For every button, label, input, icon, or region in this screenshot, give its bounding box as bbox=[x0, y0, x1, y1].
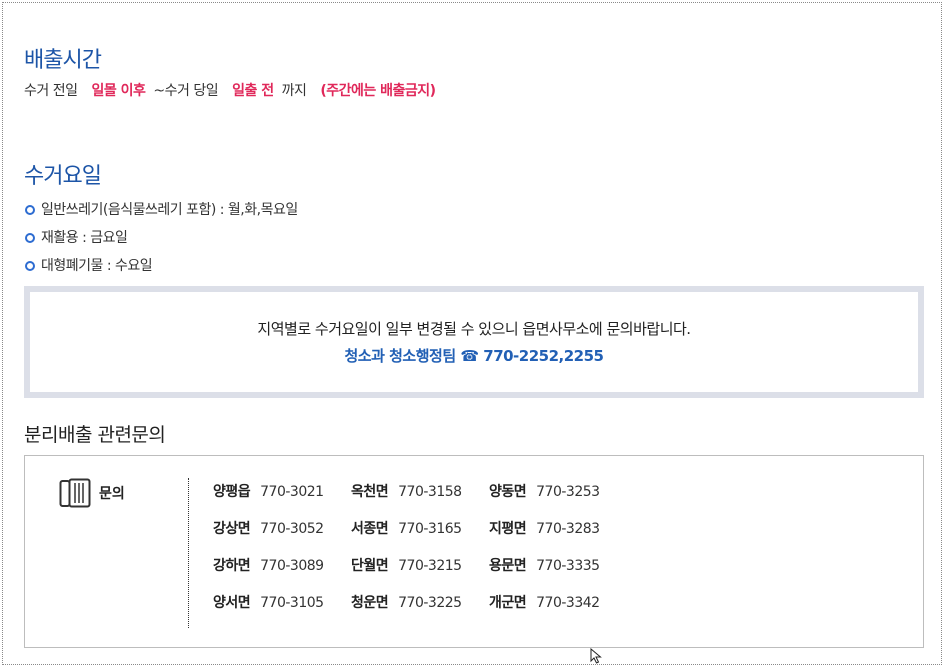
town-name: 옥천면 bbox=[351, 484, 389, 500]
town-name: 청운면 bbox=[351, 595, 389, 611]
collection-item-general: 일반쓰레기(음식물쓰레기 포함) : 월,화,목요일 bbox=[41, 202, 298, 218]
phone-number: 770-3283 bbox=[536, 521, 600, 537]
town-name: 지평면 bbox=[489, 521, 527, 537]
contact-cell: 강하면 770-3089 bbox=[213, 556, 351, 576]
list-item: 대형폐기물 : 수요일 bbox=[24, 252, 298, 280]
contact-cell: 양동면 770-3253 bbox=[489, 482, 627, 502]
contact-label: 문의 bbox=[59, 478, 125, 508]
schedule-part-2: 일몰 이후 bbox=[91, 83, 146, 99]
schedule-title: 배출시간 bbox=[24, 48, 102, 73]
phone-number: 770-3225 bbox=[398, 595, 462, 611]
contact-cell: 양평읍 770-3021 bbox=[213, 482, 351, 502]
town-name: 개군면 bbox=[489, 595, 527, 611]
schedule-part-6: (주간에는 배출금지) bbox=[320, 83, 436, 99]
notice-text: 지역별로 수거요일이 일부 변경될 수 있으니 읍면사무소에 문의바랍니다. bbox=[257, 320, 691, 338]
collection-item-bulky: 대형폐기물 : 수요일 bbox=[41, 258, 153, 274]
schedule-part-5: 까지 bbox=[281, 83, 307, 99]
contact-cell: 단월면 770-3215 bbox=[351, 556, 489, 576]
schedule-part-1: 수거 전일 bbox=[24, 83, 78, 99]
town-name: 강상면 bbox=[213, 521, 251, 537]
town-name: 강하면 bbox=[213, 558, 251, 574]
phone-number: 770-3021 bbox=[260, 484, 324, 500]
circle-bullet-icon bbox=[25, 261, 35, 271]
phone-number: 770-3158 bbox=[398, 484, 462, 500]
collection-title: 수거요일 bbox=[24, 164, 102, 189]
phone-number: 770-3335 bbox=[536, 558, 600, 574]
contact-cell: 옥천면 770-3158 bbox=[351, 482, 489, 502]
list-item: 재활용 : 금요일 bbox=[24, 224, 298, 252]
contact-cell: 서종면 770-3165 bbox=[351, 519, 489, 539]
phone-number: 770-3215 bbox=[398, 558, 462, 574]
collection-item-recycle: 재활용 : 금요일 bbox=[41, 230, 128, 246]
schedule-line: 수거 전일 일몰 이후 ~수거 당일 일출 전 까지 (주간에는 배출금지) bbox=[24, 80, 444, 100]
contact-divider bbox=[188, 478, 189, 628]
town-name: 양평읍 bbox=[213, 484, 251, 500]
town-name: 용문면 bbox=[489, 558, 527, 574]
phone-number: 770-3105 bbox=[260, 595, 324, 611]
circle-bullet-icon bbox=[25, 233, 35, 243]
contact-cell: 양서면 770-3105 bbox=[213, 593, 351, 613]
schedule-part-4: 일출 전 bbox=[232, 83, 274, 99]
notice-inner: 지역별로 수거요일이 일부 변경될 수 있으니 읍면사무소에 문의바랍니다. 청… bbox=[30, 292, 918, 392]
collection-day-list: 일반쓰레기(음식물쓰레기 포함) : 월,화,목요일 재활용 : 금요일 대형폐… bbox=[24, 196, 298, 280]
contact-cell: 청운면 770-3225 bbox=[351, 593, 489, 613]
contact-cell: 지평면 770-3283 bbox=[489, 519, 627, 539]
town-name: 서종면 bbox=[351, 521, 389, 537]
phone-number: 770-3052 bbox=[260, 521, 324, 537]
contact-cell: 개군면 770-3342 bbox=[489, 593, 627, 613]
schedule-part-3: ~수거 당일 bbox=[153, 83, 219, 99]
list-item: 일반쓰레기(음식물쓰레기 포함) : 월,화,목요일 bbox=[24, 196, 298, 224]
circle-bullet-icon bbox=[25, 205, 35, 215]
contact-label-text: 문의 bbox=[99, 486, 125, 502]
contact-grid: 양평읍 770-3021 옥천면 770-3158 양동면 770-3253 강상면 7… bbox=[213, 482, 633, 613]
contact-cell: 강상면 770-3052 bbox=[213, 519, 351, 539]
town-name: 양서면 bbox=[213, 595, 251, 611]
notice-contact: 청소과 청소행정팀 ☎ 770-2252,2255 bbox=[344, 347, 604, 365]
phone-number: 770-3089 bbox=[260, 558, 324, 574]
notice-box: 지역별로 수거요일이 일부 변경될 수 있으니 읍면사무소에 문의바랍니다. 청… bbox=[24, 286, 924, 398]
mouse-cursor-icon bbox=[590, 648, 602, 664]
phone-icon bbox=[59, 478, 91, 508]
contact-cell: 용문면 770-3335 bbox=[489, 556, 627, 576]
town-name: 양동면 bbox=[489, 484, 527, 500]
phone-number: 770-3253 bbox=[536, 484, 600, 500]
contact-box: 문의 양평읍 770-3021 옥천면 770-3158 양동면 770-3253 강… bbox=[24, 455, 924, 648]
inquiry-title: 분리배출 관련문의 bbox=[24, 424, 166, 446]
phone-number: 770-3165 bbox=[398, 521, 462, 537]
phone-number: 770-3342 bbox=[536, 595, 600, 611]
town-name: 단월면 bbox=[351, 558, 389, 574]
